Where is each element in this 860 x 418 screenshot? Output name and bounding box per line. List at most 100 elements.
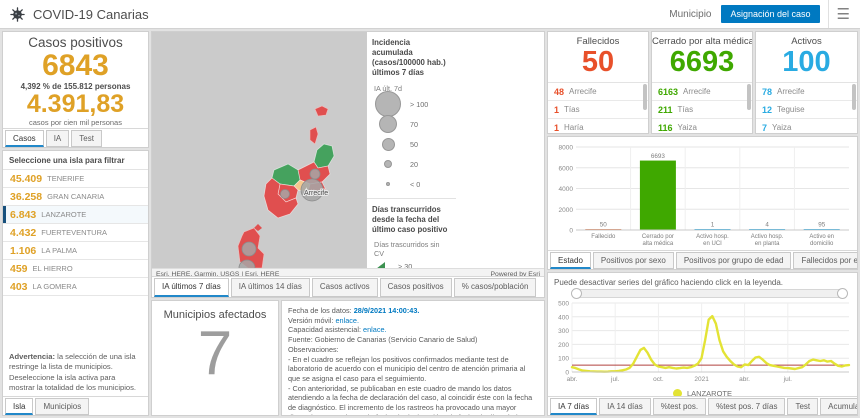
legend-divider	[367, 197, 456, 199]
stat-list-scrollbar[interactable]	[747, 84, 751, 110]
version-movil-link[interactable]: enlace.	[335, 316, 359, 325]
line-chart[interactable]: 0100200300400500abr. jul. oct. 2021 abr. jul.	[548, 298, 857, 384]
stat-list-scrollbar[interactable]	[852, 84, 856, 110]
covid-virus-icon	[10, 6, 25, 22]
stat-row-arrecife[interactable]: 78 Arrecife	[756, 83, 857, 101]
header-divider	[827, 0, 829, 28]
svg-text:4: 4	[765, 222, 769, 229]
svg-text:jul.: jul.	[610, 376, 620, 383]
svg-text:Activo en: Activo en	[809, 234, 834, 240]
svg-text:400: 400	[558, 314, 569, 321]
island-row-lanzarote[interactable]: 6.843 LANZAROTE	[3, 206, 148, 224]
stat-row-value: 116	[658, 122, 673, 133]
observacion-line: - Con anterioridad, se publicaban en est…	[288, 383, 538, 415]
bar-chart[interactable]: 0 2000 4000 6000 8000 50 Fallecido 6693 Cerrado …	[548, 137, 857, 250]
tab-ia-14-d-as[interactable]: IA 14 días	[599, 398, 651, 415]
tab-fallecidos-por-edad-y-sexo[interactable]: Fallecidos por edad y sexo	[793, 252, 857, 269]
island-row-el-hierro[interactable]: 459 EL HIERRO	[3, 260, 148, 278]
stat-row-value: 1	[554, 104, 560, 115]
tab-ia-7-d-as[interactable]: IA 7 días	[550, 398, 598, 415]
legend-days-title: Días transcurridos desde la fecha del úl…	[372, 204, 448, 234]
tab-casos-positivos[interactable]: Casos positivos	[379, 278, 452, 297]
stat-row-name: Yaiza	[772, 123, 792, 132]
municipio-selector[interactable]: Municipio	[669, 9, 711, 20]
casos-positivos-panel: Casos positivos 6843 4,392 % de 155.812 …	[2, 31, 149, 148]
municipios-afectados-panel: Municipios afectados 7	[151, 300, 279, 416]
stat-row-yaiza[interactable]: 116 Yaiza	[652, 119, 752, 133]
bar-cerrado-por-alta-m-dica[interactable]	[639, 160, 676, 230]
stat-row-name: Tías	[564, 105, 580, 114]
estado-tabs: Estado Positivos por sexo Positivos por gr…	[548, 250, 857, 269]
capacidad-asistencial-link[interactable]: enlace.	[363, 325, 387, 334]
island-row-tenerife[interactable]: 45.409 TENERIFE	[3, 170, 148, 188]
stat-row-value: 7	[762, 122, 768, 133]
asignacion-del-caso-button[interactable]: Asignación del caso	[721, 5, 820, 23]
svg-text:100: 100	[558, 356, 569, 363]
tab-casos[interactable]: Casos	[5, 130, 44, 147]
legend-ia-items: > 100 70 50 20 < 0	[372, 91, 451, 192]
island-row-la-palma[interactable]: 1.106 LA PALMA	[3, 242, 148, 260]
island-filter-header: Seleccione una isla para filtrar	[3, 151, 148, 170]
svg-text:alta médica: alta médica	[643, 241, 674, 247]
tab-positivos-por-grupo-de-edad[interactable]: Positivos por grupo de edad	[675, 252, 792, 269]
svg-text:1: 1	[711, 222, 715, 229]
tab-municipios[interactable]: Municipios	[35, 398, 90, 415]
stat-row-t-as[interactable]: 1 Tías	[548, 101, 648, 119]
tab-ia-ltimos-7-d-as[interactable]: IA últimos 7 días	[154, 278, 229, 297]
stat-row-har-a[interactable]: 1 Haría	[548, 119, 648, 133]
stat-row-arrecife[interactable]: 48 Arrecife	[548, 83, 648, 101]
svg-text:50: 50	[600, 222, 608, 229]
map-canvas[interactable]: Arrecife ⌂ ◎ Incidencia acumulada (casos…	[152, 32, 456, 277]
svg-text:Cerrado por: Cerrado por	[642, 234, 674, 240]
tab-estado[interactable]: Estado	[550, 252, 591, 269]
legend-circle-label: 20	[410, 159, 418, 169]
time-range-slider[interactable]	[571, 288, 848, 299]
tab-ia-ltimos-14-d-as[interactable]: IA últimos 14 días	[230, 278, 310, 297]
legend-circle-item: 70	[372, 115, 451, 133]
legend-circle-label: < 0	[410, 179, 421, 189]
svg-text:Fallecido: Fallecido	[591, 234, 616, 240]
stat-row-yaiza[interactable]: 7 Yaiza	[756, 119, 857, 133]
stat-list-scrollbar[interactable]	[643, 84, 647, 110]
app-header: COVID-19 Canarias Municipio Asignación d…	[0, 0, 860, 29]
legend-circle-label: 70	[410, 119, 418, 129]
tab-test[interactable]: Test	[787, 398, 819, 415]
tab-test-pos[interactable]: %test pos.	[652, 398, 707, 415]
stat-row-name: Yaiza	[677, 123, 697, 132]
tab-isla[interactable]: Isla	[5, 398, 34, 415]
island-count: 403	[10, 280, 28, 293]
stat-value: 50	[581, 46, 615, 78]
stat-row-name: Haría	[564, 123, 584, 132]
circle-swatch	[379, 115, 397, 133]
stat-row-t-as[interactable]: 211 Tías	[652, 101, 752, 119]
tab-acumulado[interactable]: Acumulado	[820, 398, 857, 415]
tab-test[interactable]: Test	[71, 130, 102, 147]
circle-swatch	[386, 182, 390, 186]
circle-swatch	[381, 137, 395, 151]
island-row-la-gomera[interactable]: 403 LA GOMERA	[3, 278, 148, 296]
island-row-fuerteventura[interactable]: 4.432 FUERTEVENTURA	[3, 224, 148, 242]
map-metric-tabs: IA últimos 7 días IA últimos 14 días Casos…	[152, 276, 544, 297]
stat-row-teguise[interactable]: 12 Teguise	[756, 101, 857, 119]
menu-icon[interactable]: ☰	[837, 7, 850, 22]
tab-casos-poblaci-n[interactable]: % casos/población	[453, 278, 537, 297]
stat-list: 6163Arrecife211Tías116Yaiza104Teguise	[652, 82, 752, 133]
stat-panel-fallecidos: Fallecidos5048Arrecife1Tías1Haría0San Ba…	[547, 31, 649, 134]
stat-panel-activos: Activos10078Arrecife12Teguise7Yaiza2Tías	[755, 31, 858, 134]
legend-circle-item: < 0	[372, 177, 451, 192]
stat-row-arrecife[interactable]: 6163 Arrecife	[652, 83, 752, 101]
stat-row-value: 211	[658, 104, 673, 115]
ia-series-panel: Puede desactivar series del gráfico haci…	[547, 272, 858, 416]
municipios-afectados-value: 7	[197, 319, 233, 388]
range-handle-left[interactable]	[571, 288, 582, 299]
svg-text:domicilio: domicilio	[810, 241, 834, 247]
range-handle-right[interactable]	[837, 288, 848, 299]
svg-text:0: 0	[569, 228, 573, 235]
tab-positivos-por-sexo[interactable]: Positivos por sexo	[592, 252, 674, 269]
svg-text:6000: 6000	[559, 165, 574, 172]
tab-ia[interactable]: IA	[45, 130, 70, 147]
tab-casos-activos[interactable]: Casos activos	[311, 278, 378, 297]
tab-test-pos-7-d-as[interactable]: %test pos. 7 días	[708, 398, 786, 415]
isla-municipios-tabs: Isla Municipios	[3, 396, 148, 415]
island-row-gran-canaria[interactable]: 36.258 GRAN CANARIA	[3, 188, 148, 206]
